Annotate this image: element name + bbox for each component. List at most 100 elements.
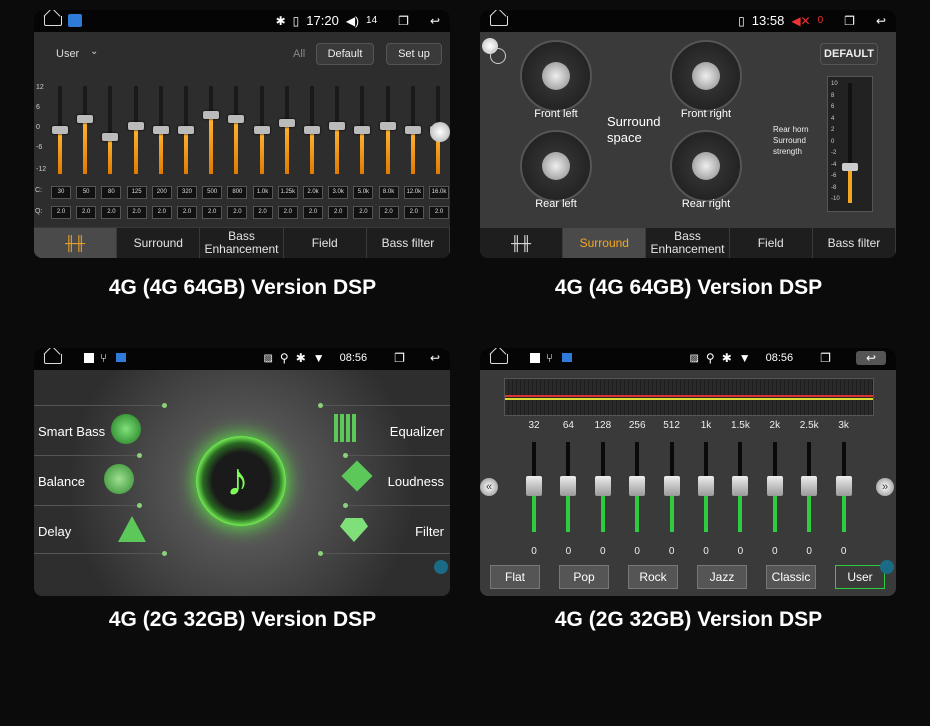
- eq-slider-knob[interactable]: [102, 133, 119, 142]
- q-cell[interactable]: 2.0: [353, 206, 374, 219]
- dsp-center-music-icon[interactable]: ♪: [196, 436, 286, 526]
- freq-cell[interactable]: 320: [177, 186, 197, 199]
- preset-button-pop[interactable]: Pop: [559, 565, 609, 589]
- eq-slider-knob[interactable]: [379, 122, 396, 131]
- dial-front-right[interactable]: [670, 40, 742, 112]
- tab-bass-filter[interactable]: Bass filter: [813, 228, 896, 258]
- equalizer-icon[interactable]: [334, 414, 358, 442]
- freq-cell[interactable]: 1.25k: [277, 186, 298, 199]
- eq-slider-track[interactable]: [77, 86, 94, 174]
- tab-surround[interactable]: Surround: [117, 228, 201, 258]
- recent-apps-icon[interactable]: ❐: [844, 14, 855, 28]
- back-icon[interactable]: ↩: [430, 14, 440, 28]
- home-icon[interactable]: [490, 16, 508, 26]
- eq-slider-knob[interactable]: [329, 122, 346, 131]
- q-cell[interactable]: 2.0: [51, 206, 71, 219]
- equalizer-label[interactable]: Equalizer: [390, 424, 444, 439]
- preset-select[interactable]: User: [56, 48, 79, 60]
- back-icon[interactable]: ↩: [855, 351, 886, 365]
- tab-equalizer[interactable]: ╫╫: [34, 228, 118, 258]
- q-cell[interactable]: 2.0: [378, 206, 399, 219]
- delay-label[interactable]: Delay: [38, 524, 71, 539]
- eq-slider-track[interactable]: [52, 86, 68, 174]
- tab-surround[interactable]: Surround: [563, 228, 647, 258]
- freq-cell[interactable]: 2.0k: [303, 186, 323, 199]
- preset-button-jazz[interactable]: Jazz: [697, 565, 747, 589]
- eq-slider-track[interactable]: [178, 86, 194, 174]
- freq-cell[interactable]: 8.0k: [378, 186, 399, 199]
- band-slider-track[interactable]: [663, 442, 680, 532]
- recent-apps-icon[interactable]: ❐: [398, 14, 409, 28]
- band-slider-track[interactable]: [732, 442, 749, 532]
- tab-field[interactable]: Field: [730, 228, 813, 258]
- band-slider-track[interactable]: [526, 442, 542, 532]
- eq-slider-knob[interactable]: [152, 126, 169, 134]
- tab-bass-enhancement[interactable]: Bass Enhancement: [200, 228, 284, 258]
- freq-cell[interactable]: 30: [51, 186, 71, 199]
- setup-button[interactable]: Set up: [386, 43, 442, 65]
- band-slider-knob[interactable]: [801, 476, 818, 496]
- scroll-right-icon[interactable]: »: [876, 478, 894, 496]
- tab-bass-enhancement[interactable]: Bass Enhancement: [646, 228, 730, 258]
- strength-knob[interactable]: [842, 163, 858, 171]
- smart-bass-label[interactable]: Smart Bass: [38, 424, 105, 439]
- eq-slider-track[interactable]: [304, 86, 320, 174]
- band-slider-knob[interactable]: [663, 476, 680, 496]
- chevron-down-icon[interactable]: ⌄: [90, 46, 98, 57]
- eq-slider-track[interactable]: [354, 86, 371, 174]
- band-slider-knob[interactable]: [526, 476, 542, 496]
- q-cell[interactable]: 2.0: [277, 206, 298, 219]
- eq-slider-knob[interactable]: [253, 126, 270, 134]
- freq-cell[interactable]: 3.0k: [328, 186, 349, 199]
- surround-strength-slider[interactable]: 10 8 6 4 2 0 -2 -4 -6 -8 -10: [827, 76, 873, 212]
- balance-label[interactable]: Balance: [38, 474, 85, 489]
- eq-slider-knob[interactable]: [404, 126, 421, 134]
- q-cell[interactable]: 2.0: [429, 206, 449, 219]
- freq-cell[interactable]: 12.0k: [403, 186, 424, 199]
- balance-icon[interactable]: [104, 464, 134, 494]
- scroll-indicator[interactable]: [434, 560, 448, 574]
- eq-slider-knob[interactable]: [228, 115, 245, 123]
- q-cell[interactable]: 2.0: [227, 206, 248, 219]
- q-cell[interactable]: 2.0: [101, 206, 122, 219]
- all-label[interactable]: All: [293, 48, 305, 60]
- preset-button-rock[interactable]: Rock: [628, 565, 678, 589]
- eq-slider-knob[interactable]: [354, 126, 371, 134]
- eq-slider-track[interactable]: [404, 86, 421, 174]
- q-cell[interactable]: 2.0: [303, 206, 323, 219]
- app-icon[interactable]: [68, 14, 82, 27]
- q-cell[interactable]: 2.0: [252, 206, 273, 219]
- freq-cell[interactable]: 500: [202, 186, 223, 199]
- band-slider-track[interactable]: [594, 442, 611, 532]
- filter-icon[interactable]: [340, 518, 368, 542]
- side-handle[interactable]: [430, 122, 450, 142]
- band-slider-track[interactable]: [698, 442, 714, 532]
- band-slider-knob[interactable]: [835, 476, 852, 496]
- freq-cell[interactable]: 50: [76, 186, 97, 199]
- back-icon[interactable]: ↩: [430, 351, 440, 365]
- q-cell[interactable]: 2.0: [328, 206, 349, 219]
- loudness-icon[interactable]: [341, 460, 373, 492]
- dial-rear-right[interactable]: [670, 130, 742, 202]
- band-slider-track[interactable]: [629, 442, 646, 532]
- band-slider-knob[interactable]: [560, 476, 577, 496]
- q-cell[interactable]: 2.0: [202, 206, 223, 219]
- eq-slider-track[interactable]: [203, 86, 220, 174]
- filter-label[interactable]: Filter: [415, 524, 444, 539]
- smart-bass-icon[interactable]: [111, 414, 141, 444]
- eq-slider-track[interactable]: [329, 86, 346, 174]
- band-slider-knob[interactable]: [732, 476, 749, 496]
- eq-slider-track[interactable]: [253, 86, 270, 174]
- eq-slider-knob[interactable]: [203, 111, 220, 120]
- recent-apps-icon[interactable]: ❐: [394, 351, 405, 365]
- home-icon[interactable]: [44, 354, 62, 364]
- eq-slider-knob[interactable]: [178, 126, 194, 134]
- eq-slider-track[interactable]: [278, 86, 295, 174]
- eq-slider-knob[interactable]: [77, 115, 94, 123]
- eq-slider-knob[interactable]: [304, 126, 320, 134]
- eq-slider-knob[interactable]: [127, 122, 144, 131]
- freq-cell[interactable]: 125: [126, 186, 147, 199]
- q-cell[interactable]: 2.0: [126, 206, 147, 219]
- reset-icon[interactable]: [490, 48, 506, 64]
- dial-rear-left[interactable]: [520, 130, 592, 202]
